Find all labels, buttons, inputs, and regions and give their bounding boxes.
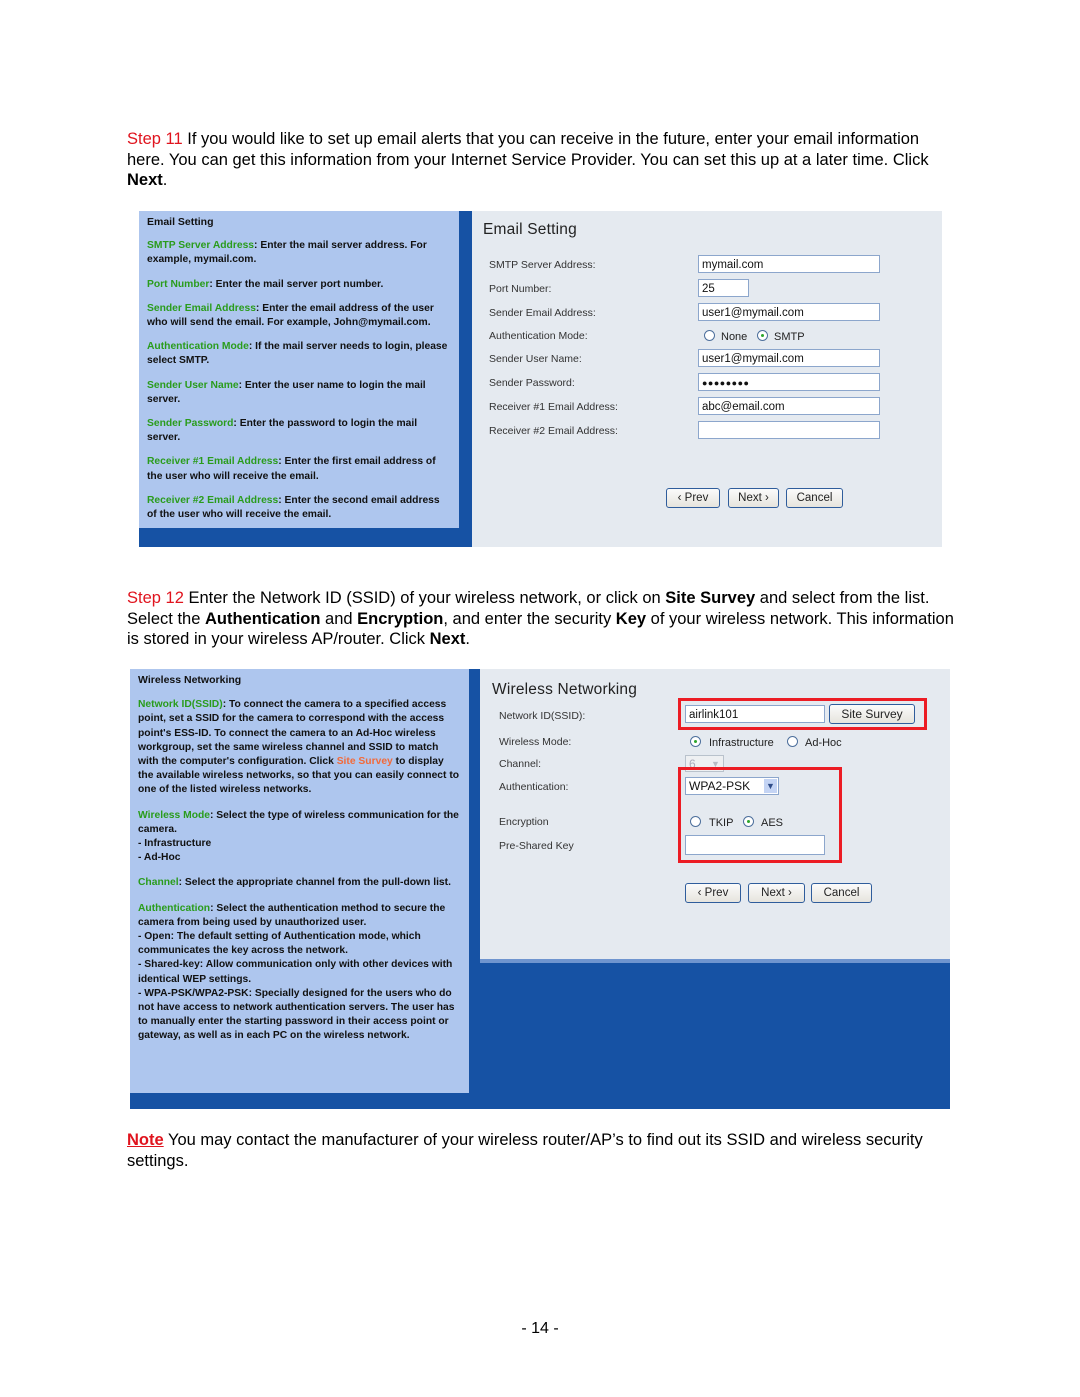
cancel-button[interactable]: Cancel xyxy=(786,488,843,508)
help-item: Receiver #2 Email Address: Enter the sec… xyxy=(147,494,451,522)
help-term: Sender Email Address xyxy=(147,302,256,314)
sender-email-label: Sender Email Address: xyxy=(489,307,596,319)
help-term: Authentication Mode xyxy=(147,341,249,353)
wireless-form-title: Wireless Networking xyxy=(492,681,638,698)
key-emphasis: Key xyxy=(615,609,647,628)
authentication-label: Authentication: xyxy=(499,781,569,793)
security-highlight-box xyxy=(678,767,842,863)
help-item: Sender User Name: Enter the user name to… xyxy=(147,379,451,407)
help-item: Authentication Mode: If the mail server … xyxy=(147,340,451,368)
note-text: You may contact the manufacturer of your… xyxy=(127,1131,923,1170)
wireless-networking-screenshot: Wireless Networking Network ID(SSID): To… xyxy=(130,669,950,1109)
next-button[interactable]: Next › xyxy=(728,488,779,508)
help-list-item: - Shared-key: Allow communication only w… xyxy=(138,959,453,985)
wireless-help-panel: Wireless Networking Network ID(SSID): To… xyxy=(130,669,473,1093)
help-list-item: - Infrastructure xyxy=(138,838,212,850)
step-12-period: . xyxy=(465,630,470,648)
help-term: Receiver #1 Email Address xyxy=(147,456,279,468)
authentication-emphasis: Authentication xyxy=(204,609,321,628)
sender-password-label: Sender Password: xyxy=(489,377,575,389)
note-paragraph: Note You may contact the manufacturer of… xyxy=(127,1130,957,1171)
receiver1-input[interactable]: abc@email.com xyxy=(698,397,880,415)
step-12-paragraph: Step 12 Enter the Network ID (SSID) of y… xyxy=(127,588,957,650)
ssid-highlight-box xyxy=(678,698,927,730)
help-term: Sender Password xyxy=(147,418,234,430)
channel-label: Channel: xyxy=(499,758,542,770)
step-11-next-emphasis: Next xyxy=(127,171,163,189)
step-11-label: Step 11 xyxy=(127,130,183,148)
cancel-button[interactable]: Cancel xyxy=(811,883,872,903)
ssid-label: Network ID(SSID): xyxy=(499,710,586,722)
sender-user-input[interactable]: user1@mymail.com xyxy=(698,349,880,367)
help-item-mode: Wireless Mode: Select the type of wirele… xyxy=(138,809,461,866)
receiver1-label: Receiver #1 Email Address: xyxy=(489,401,618,413)
auth-smtp-radio[interactable] xyxy=(757,330,768,341)
wireless-mode-label: Wireless Mode: xyxy=(499,736,572,748)
adhoc-label: Ad-Hoc xyxy=(805,737,842,749)
step-12-text: Enter the Network ID (SSID) of your wire… xyxy=(183,589,666,607)
step-12-text: , and enter the security xyxy=(443,609,616,628)
help-term: SMTP Server Address xyxy=(147,240,255,252)
receiver2-label: Receiver #2 Email Address: xyxy=(489,425,618,437)
sender-email-input[interactable]: user1@mymail.com xyxy=(698,303,880,321)
sender-user-label: Sender User Name: xyxy=(489,353,582,365)
email-help-title: Email Setting xyxy=(147,216,214,228)
site-survey-help-link: Site Survey xyxy=(336,756,393,768)
email-form-title: Email Setting xyxy=(483,221,577,238)
prev-button[interactable]: ‹ Prev xyxy=(666,488,720,508)
help-item-ssid: Network ID(SSID): To connect the camera … xyxy=(138,698,461,797)
help-item: SMTP Server Address: Enter the mail serv… xyxy=(147,239,451,267)
help-list-item: - Ad-Hoc xyxy=(138,852,181,864)
help-item-auth: Authentication: Select the authenticatio… xyxy=(138,902,461,1044)
next-emphasis: Next xyxy=(429,630,466,648)
step-11-text: If you would like to set up email alerts… xyxy=(127,130,929,169)
psk-label: Pre-Shared Key xyxy=(499,840,574,852)
help-desc: : Select the appropriate channel from th… xyxy=(178,877,451,889)
email-setting-screenshot: Email Setting SMTP Server Address: Enter… xyxy=(139,211,942,547)
port-number-input[interactable]: 25 xyxy=(698,279,749,297)
step-12-text: and xyxy=(320,609,358,628)
prev-button[interactable]: ‹ Prev xyxy=(685,883,741,903)
infrastructure-radio[interactable] xyxy=(690,736,701,747)
help-item: Sender Password: Enter the password to l… xyxy=(147,417,451,445)
help-item-channel: Channel: Select the appropriate channel … xyxy=(138,876,461,890)
email-form-panel: Email Setting SMTP Server Address: mymai… xyxy=(472,211,942,547)
help-list-item: - WPA-PSK/WPA2-PSK: Specially designed f… xyxy=(138,987,455,1042)
encryption-label: Encryption xyxy=(499,816,549,828)
help-term: Network ID(SSID) xyxy=(138,699,223,711)
help-item: Port Number: Enter the mail server port … xyxy=(147,278,451,292)
help-term: Wireless Mode xyxy=(138,809,211,821)
step-11-paragraph: Step 11 If you would like to set up emai… xyxy=(127,129,957,191)
help-term: Receiver #2 Email Address xyxy=(147,494,279,506)
smtp-label: SMTP Server Address: xyxy=(489,259,596,271)
help-item: Receiver #1 Email Address: Enter the fir… xyxy=(147,455,451,483)
next-button[interactable]: Next › xyxy=(748,883,805,903)
page-number: - 14 - xyxy=(521,1320,559,1337)
auth-mode-label: Authentication Mode: xyxy=(489,330,588,342)
help-item: Sender Email Address: Enter the email ad… xyxy=(147,302,451,330)
infrastructure-label: Infrastructure xyxy=(709,737,774,749)
adhoc-radio[interactable] xyxy=(787,736,798,747)
encryption-emphasis: Encryption xyxy=(357,609,444,628)
auth-none-radio[interactable] xyxy=(704,330,715,341)
auth-none-label: None xyxy=(721,331,748,343)
help-term: Channel xyxy=(138,877,179,889)
sender-password-input[interactable]: ●●●●●●●● xyxy=(698,373,880,391)
help-list-item: - Open: The default setting of Authentic… xyxy=(138,931,421,957)
email-help-panel: Email Setting SMTP Server Address: Enter… xyxy=(139,211,463,528)
help-term: Port Number xyxy=(147,278,210,290)
help-term: Authentication xyxy=(138,902,211,914)
step-12-label: Step 12 xyxy=(127,589,184,607)
site-survey-emphasis: Site Survey xyxy=(665,589,756,607)
help-term: Sender User Name xyxy=(147,379,239,391)
help-desc: : Enter the mail server port number. xyxy=(209,278,384,290)
auth-smtp-label: SMTP xyxy=(774,331,805,343)
wireless-help-title: Wireless Networking xyxy=(138,674,242,686)
smtp-server-input[interactable]: mymail.com xyxy=(698,255,880,273)
step-11-period: . xyxy=(162,171,168,189)
port-label: Port Number: xyxy=(489,283,552,295)
wireless-form-panel: Wireless Networking Network ID(SSID): ai… xyxy=(480,669,950,963)
note-label: Note xyxy=(127,1131,164,1149)
receiver2-input[interactable] xyxy=(698,421,880,439)
